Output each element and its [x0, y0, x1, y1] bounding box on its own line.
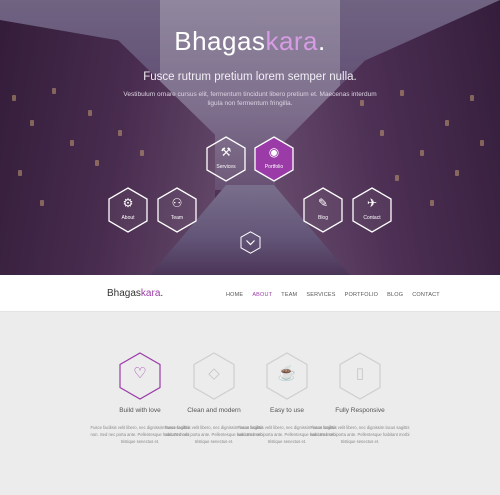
scroll-down-button[interactable]: [240, 231, 261, 254]
hex-nav-label: Team: [170, 215, 184, 221]
hexagon-outline: [157, 187, 197, 233]
page: Bhagaskara. Fusce rutrum pretium lorem s…: [0, 0, 500, 495]
feature-fully-responsive: ▯ Fully Responsive Fusce facilisis velit…: [311, 352, 409, 472]
hex-nav-team[interactable]: ⚇ Team: [156, 187, 198, 233]
hexagon-filled: [254, 136, 294, 182]
nav-link-services[interactable]: SERVICES: [306, 292, 335, 298]
navbar-links: HOME ABOUT TEAM SERVICES PORTFOLIO BLOG …: [226, 292, 440, 298]
hex-nav-about[interactable]: ⚙ About: [107, 187, 149, 233]
hexagon-outline: [206, 136, 246, 182]
nav-link-about[interactable]: ABOUT: [252, 292, 272, 298]
hero-logo-dot: .: [318, 26, 326, 56]
feature-description: Fusce facilisis velit libero, nec dignis…: [310, 425, 410, 444]
hexagon-outline: [108, 187, 148, 233]
eye-icon: ◉: [268, 145, 280, 159]
navbar-logo-dot: .: [160, 288, 164, 299]
hero-subline: Vestibulum ornare cursus elit, fermentum…: [123, 91, 377, 107]
hero-logo-accent: kara: [265, 26, 319, 56]
nav-link-contact[interactable]: CONTACT: [412, 292, 440, 298]
tablet-icon: ▯: [355, 365, 365, 382]
hex-nav-label: Services: [216, 164, 236, 170]
hexagon-outline: [303, 187, 343, 233]
hexagon-outline: [352, 187, 392, 233]
hero-section: Bhagaskara. Fusce rutrum pretium lorem s…: [0, 0, 500, 275]
paper-plane-icon: ✈: [366, 196, 378, 210]
nav-link-portfolio[interactable]: PORTFOLIO: [345, 292, 378, 298]
top-navbar: Bhagaskara. HOME ABOUT TEAM SERVICES POR…: [0, 275, 500, 312]
pencil-icon: ✎: [317, 196, 329, 210]
feature-title: Fully Responsive: [335, 407, 385, 414]
hex-nav-label: Contact: [363, 215, 381, 221]
nav-link-blog[interactable]: BLOG: [387, 292, 403, 298]
hero-logo-primary: Bhagas: [174, 26, 266, 56]
hex-nav-blog[interactable]: ✎ Blog: [302, 187, 344, 233]
hex-nav-label: About: [121, 215, 135, 221]
heart-icon: ♡: [133, 365, 147, 382]
hex-nav-label: Blog: [317, 215, 328, 221]
features-section: ♡ Build with love Fusce facilisis velit …: [0, 312, 500, 495]
diamond-icon: ◇: [208, 365, 220, 382]
navbar-logo-accent: kara: [140, 288, 161, 299]
user-icon: ⚇: [171, 196, 183, 210]
wrench-icon: ⚒: [220, 145, 232, 159]
navbar-logo-primary: Bhagas: [107, 288, 141, 299]
navbar-logo[interactable]: Bhagaskara.: [107, 288, 163, 299]
nav-link-team[interactable]: TEAM: [281, 292, 297, 298]
hex-nav-services[interactable]: ⚒ Services: [205, 136, 247, 182]
gear-icon: ⚙: [122, 196, 134, 210]
hex-nav-portfolio[interactable]: ◉ Portfolio: [253, 136, 295, 182]
hex-nav-label: Portfolio: [264, 164, 284, 170]
hex-nav-contact[interactable]: ✈ Contact: [351, 187, 393, 233]
hero-logo[interactable]: Bhagaskara.: [0, 26, 500, 57]
nav-link-home[interactable]: HOME: [226, 292, 243, 298]
chevron-down-icon: [246, 240, 255, 246]
cup-icon: ☕: [277, 365, 297, 382]
hero-tagline: Fusce rutrum pretium lorem semper nulla.: [143, 71, 357, 83]
